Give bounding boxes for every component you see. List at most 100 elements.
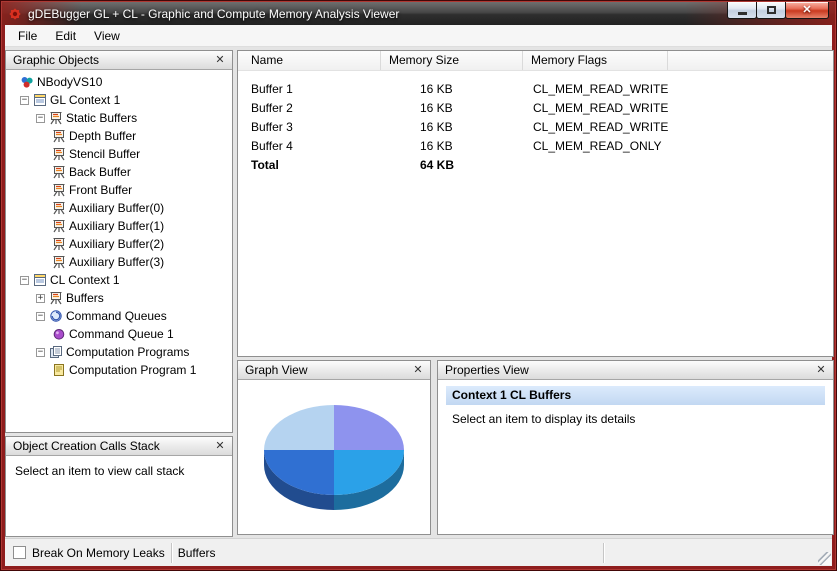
resize-grip[interactable] (818, 552, 831, 565)
easel-icon (49, 291, 64, 305)
pie-chart (239, 388, 429, 533)
properties-placeholder: Select an item to display its details (438, 409, 833, 426)
easel-icon (52, 165, 67, 179)
cell-name: Buffer 3 (251, 120, 420, 134)
panel-close-icon[interactable]: ✕ (213, 51, 227, 69)
menu-bar: File Edit View (5, 25, 832, 47)
menu-edit[interactable]: Edit (46, 26, 85, 46)
easel-icon (52, 129, 67, 143)
tree-item-command-queue-1[interactable]: Command Queue 1 (6, 325, 232, 343)
program-icon (52, 363, 67, 377)
tree-item-label: GL Context 1 (48, 93, 120, 107)
tree-item-buffers[interactable]: + Buffers (6, 289, 232, 307)
tree-item-computation-program-1[interactable]: Computation Program 1 (6, 361, 232, 379)
status-separator (171, 543, 172, 563)
cell-memory-size: 16 KB (420, 139, 533, 153)
table-row[interactable]: Buffer 4 16 KB CL_MEM_READ_ONLY (238, 136, 833, 155)
context-icon (33, 273, 48, 287)
graphic-objects-panel: Graphic Objects ✕ NBodyVS10 − GL Context… (5, 50, 233, 433)
cell-memory-flags: CL_MEM_READ_WRITE (533, 120, 833, 134)
cell-total-size: 64 KB (420, 158, 533, 172)
tree-item-stencil-buffer[interactable]: Stencil Buffer (6, 145, 232, 163)
collapse-expander-icon[interactable]: − (36, 348, 45, 357)
table-row[interactable]: Buffer 3 16 KB CL_MEM_READ_WRITE (238, 117, 833, 136)
tree-item-label: Front Buffer (67, 183, 132, 197)
tree-item-label: Auxiliary Buffer(1) (67, 219, 164, 233)
menu-file[interactable]: File (9, 26, 46, 46)
queue-icon (52, 327, 67, 341)
cell-memory-size: 16 KB (420, 101, 533, 115)
collapse-expander-icon[interactable]: − (20, 96, 29, 105)
app-logo-icon (8, 7, 22, 21)
easel-icon (52, 201, 67, 215)
tree-item-auxiliary-buffer-3[interactable]: Auxiliary Buffer(3) (6, 253, 232, 271)
break-on-memory-leaks-label: Break On Memory Leaks (32, 546, 165, 560)
table-row[interactable]: Buffer 1 16 KB CL_MEM_READ_WRITE (238, 79, 833, 98)
graph-view-body (238, 380, 430, 533)
tree-item-auxiliary-buffer-1[interactable]: Auxiliary Buffer(1) (6, 217, 232, 235)
tree-item-label: Buffers (64, 291, 104, 305)
minimize-icon (738, 12, 747, 15)
table-body: Buffer 1 16 KB CL_MEM_READ_WRITE Buffer … (238, 71, 833, 174)
graphic-objects-title: Graphic Objects (13, 53, 99, 67)
status-bar: Break On Memory Leaks Buffers (5, 538, 832, 566)
close-button[interactable]: ✕ (785, 2, 829, 19)
maximize-button[interactable] (756, 2, 786, 19)
title-bar[interactable]: gDEBugger GL + CL - Graphic and Compute … (2, 2, 835, 25)
spheres-icon (20, 75, 35, 89)
menu-view[interactable]: View (85, 26, 129, 46)
panel-close-icon[interactable]: ✕ (814, 361, 828, 379)
cell-memory-flags: CL_MEM_READ_WRITE (533, 82, 833, 96)
properties-view-panel: Properties View ✕ Context 1 CL Buffers S… (437, 360, 834, 535)
tree-item-gl-context-1[interactable]: − GL Context 1 (6, 91, 232, 109)
collapse-expander-icon[interactable]: − (36, 114, 45, 123)
properties-view-title: Properties View (445, 363, 529, 377)
tree-item-label: Back Buffer (67, 165, 131, 179)
app-window: gDEBugger GL + CL - Graphic and Compute … (0, 0, 837, 571)
collapse-expander-icon[interactable]: − (20, 276, 29, 285)
maximize-icon (767, 6, 776, 14)
graph-view-title: Graph View (245, 363, 307, 377)
easel-icon (52, 219, 67, 233)
expand-expander-icon[interactable]: + (36, 294, 45, 303)
tree-item-computation-programs[interactable]: − Computation Programs (6, 343, 232, 361)
tree-item-label: Stencil Buffer (67, 147, 140, 161)
tree-item-label: Computation Programs (64, 345, 189, 359)
easel-icon (52, 183, 67, 197)
column-header-memory-flags[interactable]: Memory Flags (523, 51, 668, 70)
collapse-expander-icon[interactable]: − (36, 312, 45, 321)
cell-name: Buffer 2 (251, 101, 420, 115)
column-header-name[interactable]: Name (238, 51, 381, 70)
properties-heading: Context 1 CL Buffers (446, 386, 825, 405)
calls-stack-header: Object Creation Calls Stack ✕ (6, 437, 232, 456)
cell-memory-flags: CL_MEM_READ_ONLY (533, 139, 833, 153)
tree-item-depth-buffer[interactable]: Depth Buffer (6, 127, 232, 145)
tree-item-cl-context-1[interactable]: − CL Context 1 (6, 271, 232, 289)
tree-item-front-buffer[interactable]: Front Buffer (6, 181, 232, 199)
tree-item-label: Auxiliary Buffer(3) (67, 255, 164, 269)
table-header-row: Name Memory Size Memory Flags (238, 51, 833, 71)
tree-item-label: Auxiliary Buffer(0) (67, 201, 164, 215)
context-icon (33, 93, 48, 107)
panel-close-icon[interactable]: ✕ (213, 437, 227, 455)
column-header-memory-size[interactable]: Memory Size (381, 51, 523, 70)
calls-stack-placeholder: Select an item to view call stack (6, 456, 232, 478)
tree-item-static-buffers[interactable]: − Static Buffers (6, 109, 232, 127)
tree-item-auxiliary-buffer-2[interactable]: Auxiliary Buffer(2) (6, 235, 232, 253)
minimize-button[interactable] (727, 2, 757, 19)
tree-item-command-queues[interactable]: − Command Queues (6, 307, 232, 325)
window-title: gDEBugger GL + CL - Graphic and Compute … (28, 7, 399, 21)
tree-item-back-buffer[interactable]: Back Buffer (6, 163, 232, 181)
client-area: File Edit View Graphic Objects ✕ NBodyVS… (5, 25, 832, 566)
break-on-memory-leaks-checkbox[interactable] (13, 546, 26, 559)
tree-item-nbodyvs10[interactable]: NBodyVS10 (6, 73, 232, 91)
tree-item-label: Depth Buffer (67, 129, 136, 143)
graphic-objects-header: Graphic Objects ✕ (6, 51, 232, 70)
cell-memory-size: 16 KB (420, 120, 533, 134)
panel-close-icon[interactable]: ✕ (411, 361, 425, 379)
easel-icon (52, 255, 67, 269)
tree-item-auxiliary-buffer-0[interactable]: Auxiliary Buffer(0) (6, 199, 232, 217)
close-icon: ✕ (802, 3, 811, 18)
graph-view-panel: Graph View ✕ (237, 360, 431, 535)
table-row[interactable]: Buffer 2 16 KB CL_MEM_READ_WRITE (238, 98, 833, 117)
